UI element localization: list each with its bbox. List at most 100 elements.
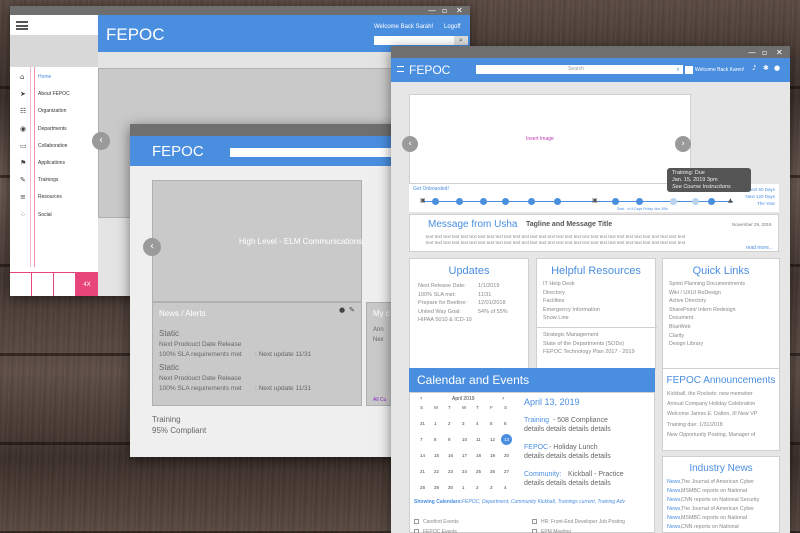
news-source[interactable]: News,: [667, 479, 682, 485]
calendar-checkbox[interactable]: [414, 519, 419, 524]
calendar-day[interactable]: 28: [420, 485, 425, 490]
calendar-day[interactable]: 15: [434, 453, 439, 458]
logoff-link[interactable]: Logoff: [444, 24, 461, 30]
cal-prev-icon[interactable]: ‹: [420, 395, 422, 402]
edit-icon[interactable]: ✎: [349, 306, 355, 314]
news-source[interactable]: News,: [667, 497, 682, 503]
read-more-link[interactable]: read more...: [746, 245, 773, 251]
sidebar-item-applications[interactable]: Applications: [38, 160, 65, 166]
quick-link[interactable]: Document: [669, 315, 693, 321]
event-title[interactable]: FEPOC: [524, 444, 548, 451]
calendar-day[interactable]: 31: [420, 421, 425, 426]
calendar-day[interactable]: 26: [490, 469, 495, 474]
calendar-day[interactable]: 13: [504, 437, 509, 442]
news-headline[interactable]: CNN reports on National Security: [681, 497, 759, 503]
timeline-dot[interactable]: [502, 198, 509, 205]
quick-link[interactable]: Clarity: [669, 333, 684, 339]
timeline-dot[interactable]: [480, 198, 487, 205]
calendar-day[interactable]: 18: [476, 453, 481, 458]
quick-link[interactable]: SharePoint/ Intern Redesign: [669, 307, 736, 313]
resource-link[interactable]: IT Help Desk: [543, 281, 575, 287]
news-source[interactable]: News,: [667, 488, 682, 494]
search-input[interactable]: Search: [476, 65, 676, 74]
calendar-day[interactable]: 3: [462, 421, 465, 426]
quick-link[interactable]: Sprint Planning Documentments: [669, 281, 745, 287]
news-headline[interactable]: MSMBC reports on National: [681, 488, 747, 494]
timeline-dot[interactable]: [528, 198, 535, 205]
sidebar-item-collaboration[interactable]: Collaboration: [38, 143, 67, 149]
tooltip-line-3[interactable]: See Course Instructions: [672, 184, 746, 191]
news-headline[interactable]: CNN reports on National: [681, 524, 739, 530]
news-headline[interactable]: The Journal of American Cyber: [681, 479, 754, 485]
close-icon[interactable]: ✕: [776, 48, 783, 57]
timeline-dot[interactable]: [456, 198, 463, 205]
calendar-day[interactable]: 17: [462, 453, 467, 458]
calendar-day[interactable]: 30: [448, 485, 453, 490]
news-source[interactable]: News,: [667, 506, 682, 512]
calendar-day[interactable]: 6: [504, 421, 507, 426]
calendar-day[interactable]: 11: [476, 437, 481, 442]
timeline-icon[interactable]: ▲: [728, 197, 733, 204]
announcement-item[interactable]: Welcome James E. Dalton, III New VP: [667, 411, 757, 417]
carousel-next-button[interactable]: ›: [675, 136, 691, 152]
search-input[interactable]: [230, 148, 400, 157]
calendar-day[interactable]: 12: [490, 437, 495, 442]
sidebar-item-resources[interactable]: Resources: [38, 194, 62, 200]
resource-link[interactable]: Directory: [543, 290, 565, 296]
footer-4x-badge[interactable]: 4X: [76, 273, 98, 296]
quick-link[interactable]: Active Directory: [669, 298, 706, 304]
calendar-day[interactable]: 29: [434, 485, 439, 490]
timeline-dot[interactable]: [636, 198, 643, 205]
quick-link[interactable]: Design Library: [669, 341, 703, 347]
remember-checkbox[interactable]: [685, 66, 693, 74]
sidebar-item-organization[interactable]: Organization: [38, 108, 66, 114]
resource-link[interactable]: Emergency Information: [543, 307, 600, 313]
resource-link[interactable]: FEPOC Technology Plan 2017 - 2019: [543, 349, 635, 355]
showing-list[interactable]: FEPOC, Department, Community Kickball, T…: [462, 499, 625, 505]
timeline-icon[interactable]: ▣: [420, 197, 426, 204]
calendar-day[interactable]: 5: [490, 421, 493, 426]
sidebar-item-social[interactable]: Social: [38, 212, 52, 218]
announcement-item[interactable]: Training due: 1/31/2018: [667, 422, 723, 428]
maximize-icon[interactable]: ▫: [762, 48, 767, 57]
calendar-day[interactable]: 19: [490, 453, 495, 458]
onboard-range-link[interactable]: Next 60 Days: [748, 187, 775, 192]
news-headline[interactable]: MSMBC reports on National: [681, 515, 747, 521]
onboard-range-link[interactable]: The Year: [757, 201, 775, 206]
user-icon[interactable]: ●: [339, 306, 345, 314]
search-button[interactable]: ⌕: [454, 36, 468, 45]
resource-link[interactable]: Snow Line: [543, 315, 569, 321]
calendar-day[interactable]: 20: [504, 453, 509, 458]
timeline-dot[interactable]: [554, 198, 561, 205]
calendar-day[interactable]: 2: [476, 485, 479, 490]
maximize-icon[interactable]: ▫: [442, 6, 447, 15]
calendar-day[interactable]: 16: [448, 453, 453, 458]
minimize-icon[interactable]: —: [748, 48, 756, 57]
calendar-checkbox[interactable]: [532, 529, 537, 533]
carousel-prev-button[interactable]: ‹: [92, 132, 110, 150]
sidebar-item-trainings[interactable]: Trainings: [38, 177, 58, 183]
calendar-day[interactable]: 21: [420, 469, 425, 474]
sidebar-item-about-fepoc[interactable]: About FEPOC: [38, 91, 70, 97]
sidebar-item-departments[interactable]: Departments: [38, 126, 67, 132]
announcement-item[interactable]: Annual Company Holiday Celebration: [667, 401, 755, 407]
event-title[interactable]: Training: [524, 417, 549, 424]
timeline-dot[interactable]: [670, 198, 677, 205]
sidebar-item-home[interactable]: Home: [38, 74, 51, 80]
calendar-day[interactable]: 2: [448, 421, 451, 426]
quick-link[interactable]: Wiki / UXUI ReDesign: [669, 290, 721, 296]
resource-link[interactable]: State of the Departments (SODs): [543, 341, 624, 347]
calendar-day[interactable]: 1: [462, 485, 465, 490]
calendar-day[interactable]: 24: [462, 469, 467, 474]
calendar-day[interactable]: 4: [476, 421, 479, 426]
quick-link[interactable]: BlueWeb: [669, 324, 690, 330]
timeline-icon[interactable]: ▣: [592, 197, 598, 204]
news-source[interactable]: News,: [667, 515, 682, 521]
search-button[interactable]: ⌕: [673, 65, 683, 74]
calendar-day[interactable]: 3: [490, 485, 493, 490]
cal-next-icon[interactable]: ›: [502, 395, 504, 402]
calendar-day[interactable]: 23: [448, 469, 453, 474]
announcement-item[interactable]: New Opportunity Posting, Manager of: [667, 432, 755, 438]
calendar-day[interactable]: 27: [504, 469, 509, 474]
timeline-dot[interactable]: [708, 198, 715, 205]
